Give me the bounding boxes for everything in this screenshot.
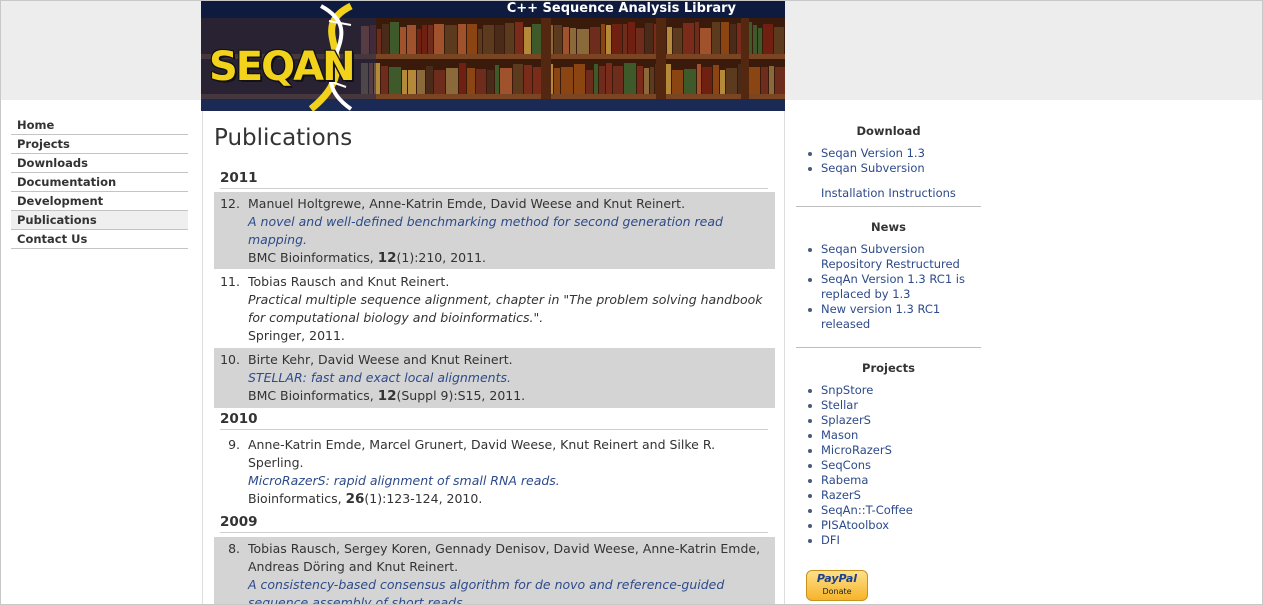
publication-item: 8. Tobias Rausch, Sergey Koren, Gennady … bbox=[214, 537, 775, 604]
publication-authors: Birte Kehr, David Weese and Knut Reinert… bbox=[248, 352, 513, 367]
publication-issue: (Suppl 9):S15, 2011. bbox=[396, 388, 526, 403]
publication-journal: BMC Bioinformatics, bbox=[248, 388, 374, 403]
nav-item-publications[interactable]: Publications bbox=[11, 211, 188, 230]
publication-volume: 12 bbox=[377, 250, 397, 266]
project-link[interactable]: SplazerS bbox=[796, 413, 981, 428]
nav-item-documentation[interactable]: Documentation bbox=[11, 173, 188, 192]
publication-issue: (1):210, 2011. bbox=[396, 250, 486, 265]
publication-number: 8. bbox=[228, 541, 240, 556]
logo-text: SEQAN bbox=[209, 44, 356, 90]
project-link[interactable]: RazerS bbox=[796, 488, 981, 503]
year-heading: 2010 bbox=[220, 411, 768, 430]
year-heading: 2009 bbox=[220, 514, 768, 533]
nav-item-development[interactable]: Development bbox=[11, 192, 188, 211]
main-content: Publications 2011 12. Manuel Holtgrewe, … bbox=[202, 111, 785, 604]
news-item[interactable]: SeqAn Version 1.3 RC1 is replaced by 1.3 bbox=[796, 272, 981, 302]
publication-issue: (1):123-124, 2010. bbox=[364, 491, 483, 506]
news-heading: News bbox=[871, 220, 906, 234]
publication-number: 10. bbox=[220, 352, 240, 367]
divider bbox=[796, 206, 981, 207]
project-link[interactable]: Rabema bbox=[796, 473, 981, 488]
publication-volume: 26 bbox=[345, 491, 365, 507]
publication-item: 9. Anne-Katrin Emde, Marcel Grunert, Dav… bbox=[214, 433, 775, 511]
publication-authors: Manuel Holtgrewe, Anne-Katrin Emde, Davi… bbox=[248, 196, 686, 211]
news-list: Seqan Subversion Repository Restructured… bbox=[796, 242, 981, 332]
project-link[interactable]: SeqAn::T-Coffee bbox=[796, 503, 981, 518]
nav-item-home[interactable]: Home bbox=[11, 116, 188, 135]
publication-number: 11. bbox=[220, 274, 240, 289]
project-link[interactable]: Stellar bbox=[796, 398, 981, 413]
download-link-subversion[interactable]: Seqan Subversion bbox=[796, 161, 981, 176]
download-heading: Download bbox=[856, 124, 921, 138]
project-link[interactable]: Mason bbox=[796, 428, 981, 443]
publication-title: Practical multiple sequence alignment, c… bbox=[248, 292, 763, 325]
seqan-logo[interactable]: SEQAN bbox=[201, 1, 376, 111]
project-link[interactable]: SnpStore bbox=[796, 383, 981, 398]
nav-item-downloads[interactable]: Downloads bbox=[11, 154, 188, 173]
publication-number: 12. bbox=[220, 196, 240, 211]
right-sidebar: Download Seqan Version 1.3 Seqan Subvers… bbox=[796, 111, 981, 548]
publication-journal: Bioinformatics, bbox=[248, 491, 342, 506]
paypal-logo: PayPal bbox=[816, 572, 858, 585]
download-list: Seqan Version 1.3 Seqan Subversion bbox=[796, 146, 981, 176]
page-title: Publications bbox=[214, 125, 353, 151]
year-heading: 2011 bbox=[220, 170, 768, 189]
projects-heading: Projects bbox=[862, 361, 915, 375]
divider bbox=[796, 347, 981, 348]
left-navigation: Home Projects Downloads Documentation De… bbox=[11, 116, 188, 249]
browser-page: C++ Sequence Analysis Library SEQAN Home… bbox=[0, 0, 1263, 605]
publication-title-link[interactable]: A novel and well-defined benchmarking me… bbox=[248, 213, 765, 249]
publication-authors: Tobias Rausch and Knut Reinert. bbox=[248, 274, 450, 289]
publication-title-link[interactable]: A consistency-based consensus algorithm … bbox=[248, 576, 765, 604]
installation-instructions-link[interactable]: Installation Instructions bbox=[796, 186, 981, 201]
project-link[interactable]: SeqCons bbox=[796, 458, 981, 473]
publication-authors: Anne-Katrin Emde, Marcel Grunert, David … bbox=[248, 437, 716, 470]
project-link[interactable]: MicroRazerS bbox=[796, 443, 981, 458]
projects-list: SnpStore Stellar SplazerS Mason MicroRaz… bbox=[796, 383, 981, 548]
publication-volume: 12 bbox=[377, 388, 397, 404]
nav-item-projects[interactable]: Projects bbox=[11, 135, 188, 154]
publication-number: 9. bbox=[228, 437, 240, 452]
publication-authors: Tobias Rausch, Sergey Koren, Gennady Den… bbox=[248, 541, 761, 574]
donate-label: Donate bbox=[822, 587, 852, 596]
publication-publisher: Springer, 2011. bbox=[248, 328, 345, 343]
publication-item: 12. Manuel Holtgrewe, Anne-Katrin Emde, … bbox=[214, 192, 775, 269]
paypal-donate-button[interactable]: PayPal Donate bbox=[806, 570, 868, 601]
news-item[interactable]: Seqan Subversion Repository Restructured bbox=[796, 242, 981, 272]
project-link[interactable]: DFI bbox=[796, 533, 981, 548]
download-link-version[interactable]: Seqan Version 1.3 bbox=[796, 146, 981, 161]
publication-journal: BMC Bioinformatics, bbox=[248, 250, 374, 265]
nav-item-contact-us[interactable]: Contact Us bbox=[11, 230, 188, 249]
publication-item: 10. Birte Kehr, David Weese and Knut Rei… bbox=[214, 348, 775, 408]
publication-title-link[interactable]: STELLAR: fast and exact local alignments… bbox=[248, 369, 765, 387]
site-header: C++ Sequence Analysis Library SEQAN bbox=[201, 1, 785, 111]
publication-item: 11. Tobias Rausch and Knut Reinert. Prac… bbox=[214, 270, 775, 347]
publication-title-link[interactable]: MicroRazerS: rapid alignment of small RN… bbox=[248, 472, 765, 490]
project-link[interactable]: PISAtoolbox bbox=[796, 518, 981, 533]
news-item[interactable]: New version 1.3 RC1 released bbox=[796, 302, 981, 332]
